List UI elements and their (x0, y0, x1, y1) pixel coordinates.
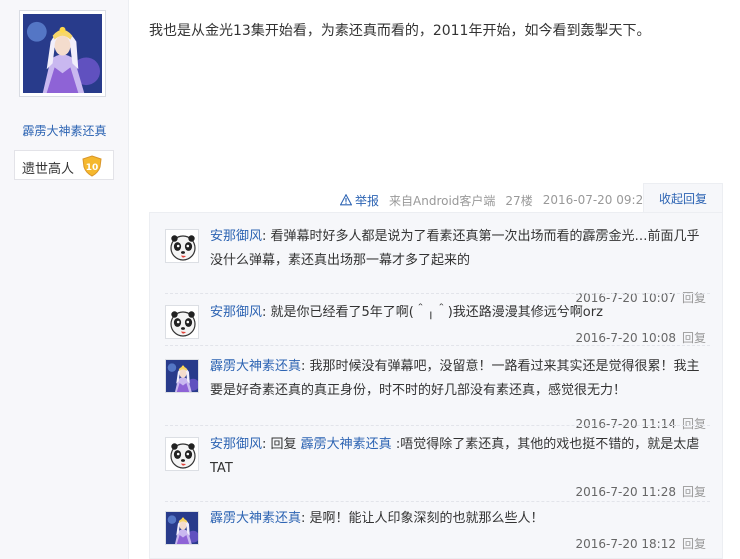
reply-author[interactable]: 安那御风 (210, 229, 262, 244)
reply-button[interactable]: 回复 (682, 485, 706, 499)
reply-body: 安那御风: 回复 霹雳大神素还真 :唔觉得除了素还真，其他的戏也挺不错的，就是太… (210, 433, 710, 481)
reply-divider (165, 425, 710, 426)
reply-avatar[interactable] (165, 359, 199, 393)
reply-time: 2016-7-20 11:28 (575, 485, 676, 499)
reply-footer: 2016-7-20 11:14 回复 (575, 415, 706, 432)
reply-time: 2016-7-20 18:12 (575, 537, 676, 551)
post-meta: 举报 来自Android客户端 27楼 2016-07-20 09:26 (340, 190, 651, 210)
reply-time: 2016-7-20 11:14 (575, 417, 676, 431)
level-shield-icon: 10 (82, 155, 102, 177)
reply-time: 2016-7-20 10:08 (575, 331, 676, 345)
panda-icon (166, 306, 199, 339)
reply-divider (165, 501, 710, 502)
author-name[interactable]: 霹雳大神素还真 (0, 122, 129, 139)
reply-footer: 2016-7-20 18:12 回复 (575, 535, 706, 552)
reply-sep: : (262, 229, 271, 244)
level-name: 遗世高人 (22, 162, 75, 177)
report-label: 举报 (355, 193, 380, 208)
client-source[interactable]: 来自Android客户端 (389, 192, 495, 209)
reply-sep: : 回复 (262, 437, 301, 452)
reply-button[interactable]: 回复 (682, 417, 706, 431)
reply-sep: : (262, 305, 271, 320)
reply-text: 就是你已经看了5年了啊(＾╷＾)我还路漫漫其修远兮啊orz (270, 305, 603, 320)
reply-sep: : (301, 511, 310, 526)
reply-author[interactable]: 霹雳大神素还真 (210, 359, 301, 374)
reply-text: 看弹幕时好多人都是说为了看素还真第一次出场而看的霹雳金光…前面几乎没什么弹幕，素… (210, 229, 700, 268)
reply-body: 安那御风: 就是你已经看了5年了啊(＾╷＾)我还路漫漫其修远兮啊orz (210, 301, 710, 325)
reply-panel: 安那御风: 看弹幕时好多人都是说为了看素还真第一次出场而看的霹雳金光…前面几乎没… (149, 212, 723, 559)
reply-avatar[interactable] (165, 305, 199, 339)
warning-icon (340, 194, 352, 206)
reply-text: 是啊！能让人印象深刻的也就那么些人！ (309, 511, 544, 526)
floor-number: 27楼 (505, 193, 533, 208)
author-avatar[interactable] (19, 10, 106, 97)
level-badge: 遗世高人 10 (14, 150, 114, 180)
reply-divider (165, 345, 710, 346)
reply-body: 霹雳大神素还真: 是啊！能让人印象深刻的也就那么些人！ (210, 507, 710, 531)
reply-body: 安那御风: 看弹幕时好多人都是说为了看素还真第一次出场而看的霹雳金光…前面几乎没… (210, 225, 710, 273)
panda-icon (166, 438, 199, 471)
reply-avatar[interactable] (165, 437, 199, 471)
reply-mention[interactable]: 霹雳大神素还真 (301, 437, 392, 452)
reply-author[interactable]: 安那御风 (210, 305, 262, 320)
reply-author[interactable]: 安那御风 (210, 437, 262, 452)
reply-footer: 2016-7-20 11:28 回复 (575, 483, 706, 500)
post-datetime: 2016-07-20 09:26 (542, 193, 651, 207)
reply-button[interactable]: 回复 (682, 537, 706, 551)
reply-body: 霹雳大神素还真: 我那时候没有弹幕吧，没留意！一路看过来其实还是觉得很累！我主要… (210, 355, 710, 403)
reply-author[interactable]: 霹雳大神素还真 (210, 511, 301, 526)
character-avatar (166, 512, 199, 545)
post-content: 我也是从金光13集开始看，为素还真而看的，2011年开始，如今看到轰掣天下。 (149, 23, 651, 39)
character-avatar (166, 360, 199, 393)
collapse-replies-button[interactable]: 收起回复 (643, 183, 723, 213)
reply-button[interactable]: 回复 (682, 331, 706, 345)
report-link[interactable]: 举报 (340, 192, 379, 209)
reply-divider (165, 293, 710, 294)
level-number: 10 (86, 163, 99, 173)
author-sidebar: 霹雳大神素还真 遗世高人 10 (0, 0, 129, 559)
reply-avatar[interactable] (165, 229, 199, 263)
panda-icon (166, 230, 199, 263)
reply-footer: 2016-7-20 10:08 回复 (575, 329, 706, 346)
reply-sep: : (301, 359, 310, 374)
reply-avatar[interactable] (165, 511, 199, 545)
